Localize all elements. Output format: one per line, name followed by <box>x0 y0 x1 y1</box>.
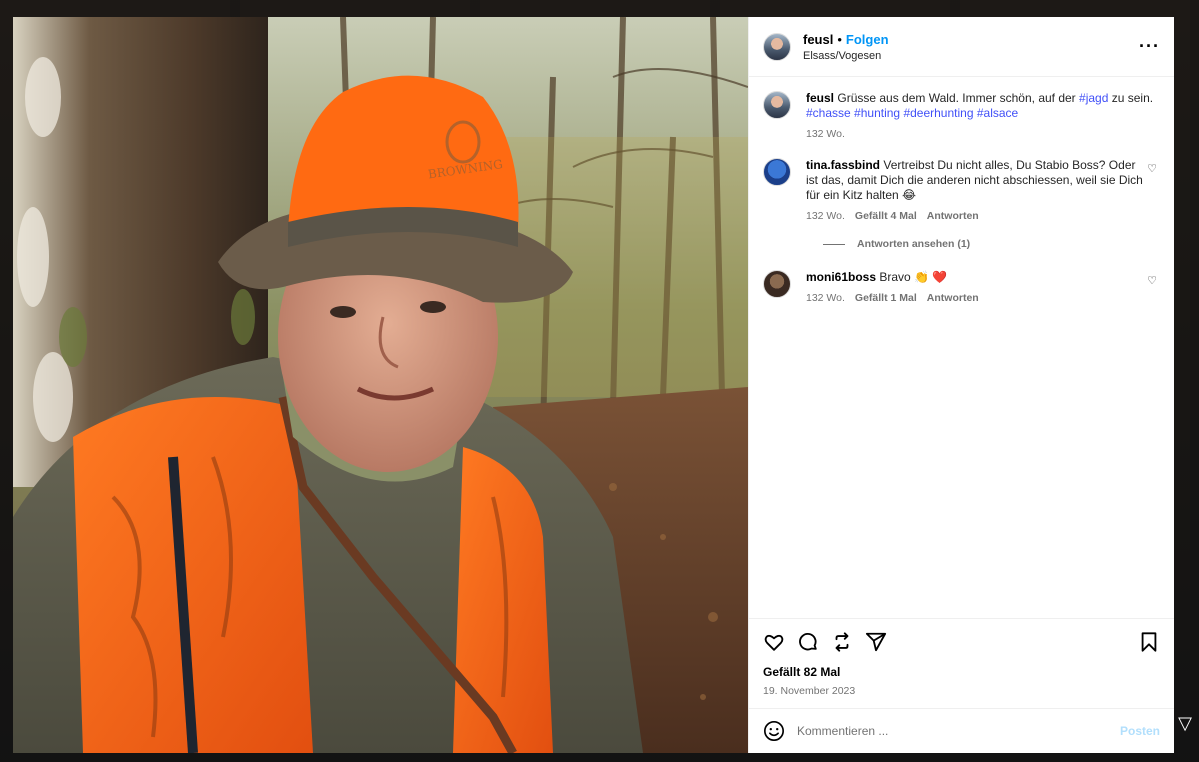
author-avatar[interactable] <box>763 32 791 61</box>
caption-text-after: zu sein. <box>1108 91 1154 105</box>
post-photo: BROWNING <box>13 17 748 753</box>
comment-meta: 132 Wo. Gefällt 1 Mal Antworten <box>806 291 1144 306</box>
action-icons <box>763 629 1160 655</box>
reply-button[interactable]: Antworten <box>927 291 979 306</box>
caption-body: feusl Grüsse aus dem Wald. Immer schön, … <box>806 91 1160 142</box>
actions-bar: Gefällt 82 Mal 19. November 2023 <box>749 618 1174 708</box>
post-info-panel: feusl • Folgen Elsass/Vogesen ··· feusl … <box>748 17 1174 753</box>
comment-age[interactable]: 132 Wo. <box>806 291 845 306</box>
commenter-username[interactable]: tina.fassbind <box>806 158 880 172</box>
more-horizontal-icon[interactable]: ··· <box>1139 36 1160 57</box>
caption: feusl Grüsse aus dem Wald. Immer schön, … <box>763 91 1160 142</box>
hashtag-link[interactable]: #alsace <box>977 106 1018 120</box>
post-header: feusl • Folgen Elsass/Vogesen ··· <box>749 17 1174 77</box>
comment-likes[interactable]: Gefällt 4 Mal <box>855 209 917 224</box>
commenter-username[interactable]: moni61boss <box>806 270 876 284</box>
post-modal: BROWNING feusl • Folgen Elsass/Vogesen ·… <box>13 17 1174 753</box>
replies-line <box>823 243 845 245</box>
comment-likes[interactable]: Gefällt 1 Mal <box>855 291 917 306</box>
post-location[interactable]: Elsass/Vogesen <box>803 50 1139 62</box>
hashtag-link[interactable]: #deerhunting <box>903 106 973 120</box>
caption-username[interactable]: feusl <box>806 91 834 105</box>
heart-icon[interactable] <box>763 631 785 653</box>
follow-button[interactable]: Folgen <box>846 32 889 47</box>
header-top: feusl • Folgen <box>803 32 1139 47</box>
comments-list[interactable]: feusl Grüsse aus dem Wald. Immer schön, … <box>749 77 1174 618</box>
comment-icon[interactable] <box>797 631 819 653</box>
reply-button[interactable]: Antworten <box>927 209 979 224</box>
caption-meta: 132 Wo. <box>806 127 1160 142</box>
comment-body: tina.fassbind Vertreibst Du nicht alles,… <box>806 158 1144 224</box>
post-date[interactable]: 19. November 2023 <box>763 685 1160 697</box>
author-username[interactable]: feusl <box>803 32 833 47</box>
bookmark-icon[interactable] <box>1138 631 1160 653</box>
hashtag-link[interactable]: #jagd <box>1079 91 1108 105</box>
commenter-avatar[interactable] <box>763 158 791 186</box>
comment-meta: 132 Wo. Gefällt 4 Mal Antworten <box>806 209 1144 224</box>
comment-input[interactable] <box>797 724 1120 738</box>
emoji-icon[interactable] <box>763 720 785 742</box>
comment-like-heart-icon[interactable]: ♡ <box>1144 162 1160 224</box>
comment-body: moni61boss Bravo 👏 ❤️ 132 Wo. Gefällt 1 … <box>806 270 1144 306</box>
header-text: feusl • Folgen Elsass/Vogesen <box>803 32 1139 62</box>
separator-dot: • <box>837 31 842 47</box>
view-replies-label[interactable]: Antworten ansehen (1) <box>857 238 970 250</box>
send-icon[interactable] <box>865 631 887 653</box>
filter-icon[interactable]: ▽ <box>1173 708 1197 738</box>
comment-text: Bravo 👏 ❤️ <box>879 270 948 284</box>
hashtag-link[interactable]: #hunting <box>854 106 900 120</box>
comment-age[interactable]: 132 Wo. <box>806 209 845 224</box>
commenter-avatar[interactable] <box>763 270 791 298</box>
caption-avatar[interactable] <box>763 91 791 119</box>
caption-text-before: Grüsse aus dem Wald. Immer schön, auf de… <box>837 91 1080 105</box>
repost-icon[interactable] <box>831 631 853 653</box>
comment-like-heart-icon[interactable]: ♡ <box>1144 274 1160 306</box>
post-comment-button[interactable]: Posten <box>1120 724 1160 738</box>
caption-age[interactable]: 132 Wo. <box>806 127 845 142</box>
hashtag-link[interactable]: #chasse <box>806 106 851 120</box>
comment-item: tina.fassbind Vertreibst Du nicht alles,… <box>763 158 1160 224</box>
likes-count[interactable]: Gefällt 82 Mal <box>763 665 1160 679</box>
hunter-selfie-image: BROWNING <box>13 17 748 753</box>
comment-item: moni61boss Bravo 👏 ❤️ 132 Wo. Gefällt 1 … <box>763 270 1160 306</box>
comment-box: Posten <box>749 708 1174 753</box>
view-replies[interactable]: Antworten ansehen (1) <box>823 238 1160 250</box>
